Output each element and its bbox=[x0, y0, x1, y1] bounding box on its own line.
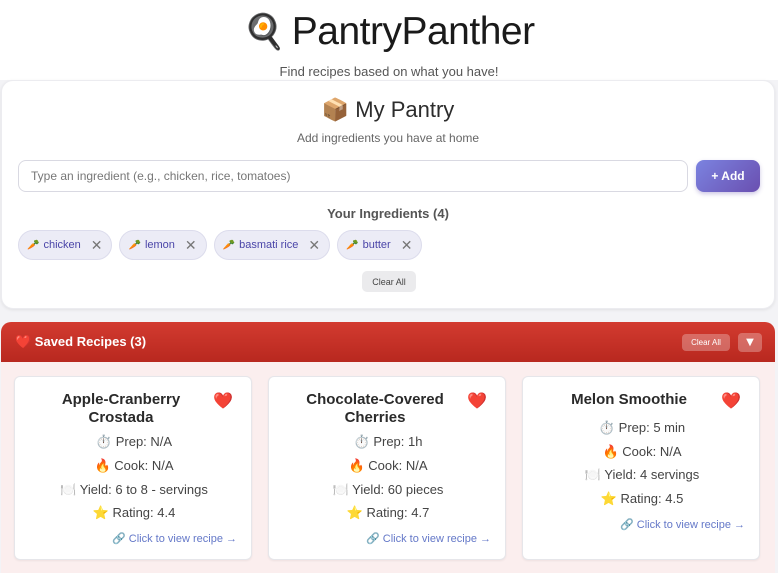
remove-icon[interactable]: ✕ bbox=[308, 238, 320, 252]
saved-recipes-header[interactable]: ❤️ Saved Recipes (3) Clear All ▼ bbox=[1, 322, 775, 362]
ingredient-chip: 🥕 butter ✕ bbox=[337, 230, 423, 260]
recipe-name: Apple-Cranberry Crostada bbox=[61, 391, 181, 426]
chip-label: chicken bbox=[43, 239, 81, 251]
pantry-panel: 📦 My Pantry Add ingredients you have at … bbox=[1, 80, 775, 309]
frying-pan-icon: 🍳 bbox=[243, 13, 286, 51]
app-header: 🍳 PantryPanther Find recipes based on wh… bbox=[0, 0, 778, 80]
pantry-subtitle: Add ingredients you have at home bbox=[296, 131, 480, 145]
remove-icon[interactable]: ✕ bbox=[401, 238, 413, 252]
recipe-prep: ⏱️ Prep: 5 min bbox=[598, 420, 686, 435]
view-recipe-label: Click to view recipe → bbox=[636, 519, 745, 531]
clear-ingredients-button[interactable]: Clear All bbox=[362, 271, 416, 292]
view-recipe-link[interactable]: 🔗 Click to view recipe → bbox=[366, 532, 491, 545]
view-recipe-label: Click to view recipe → bbox=[128, 533, 237, 545]
tagline: Find recipes based on what you have! bbox=[279, 64, 499, 79]
recipe-yield: 🍽️ Yield: 4 servings bbox=[584, 467, 700, 482]
carrot-icon: 🥕 bbox=[346, 239, 359, 251]
recipe-yield: 🍽️ Yield: 60 pieces bbox=[332, 482, 444, 497]
clear-saved-button[interactable]: Clear All bbox=[682, 334, 730, 351]
brand: 🍳 PantryPanther bbox=[0, 10, 778, 54]
chip-label: butter bbox=[362, 239, 391, 251]
view-recipe-link[interactable]: 🔗 Click to view recipe → bbox=[620, 518, 745, 531]
chip-label: basmati rice bbox=[239, 239, 299, 251]
ingredients-heading: Your Ingredients (4) bbox=[327, 206, 449, 221]
pantry-title: 📦 My Pantry bbox=[2, 97, 774, 123]
ingredient-chip: 🥕 lemon ✕ bbox=[119, 230, 207, 260]
recipe-card[interactable]: Melon Smoothie ❤️ ⏱️ Prep: 5 min 🔥 Cook:… bbox=[522, 376, 760, 560]
add-ingredient-button[interactable]: + Add bbox=[696, 160, 760, 192]
link-icon: 🔗 bbox=[366, 533, 380, 545]
ingredient-chips: 🥕 chicken ✕ 🥕 lemon ✕ 🥕 basmati rice ✕ 🥕… bbox=[18, 230, 423, 260]
ingredient-chip: 🥕 chicken ✕ bbox=[18, 230, 113, 260]
carrot-icon: 🥕 bbox=[222, 239, 236, 251]
ingredient-chip: 🥕 basmati rice ✕ bbox=[213, 230, 331, 260]
heart-icon[interactable]: ❤️ bbox=[213, 391, 233, 411]
recipe-cook: 🔥 Cook: N/A bbox=[602, 444, 682, 459]
saved-recipes-title: ❤️ Saved Recipes (3) bbox=[15, 334, 147, 349]
pantry-title-text: My Pantry bbox=[355, 97, 455, 122]
remove-icon[interactable]: ✕ bbox=[91, 238, 103, 252]
carrot-icon: 🥕 bbox=[128, 239, 141, 251]
recipe-prep: ⏱️ Prep: N/A bbox=[95, 434, 173, 449]
chip-label: lemon bbox=[144, 239, 175, 251]
recipe-card[interactable]: Chocolate-Covered Cherries ❤️ ⏱️ Prep: 1… bbox=[268, 376, 506, 560]
link-icon: 🔗 bbox=[620, 519, 634, 531]
heart-icon[interactable]: ❤️ bbox=[721, 391, 741, 411]
recipe-prep: ⏱️ Prep: 1h bbox=[353, 434, 423, 449]
recipe-rating: ⭐ Rating: 4.4 bbox=[92, 505, 176, 520]
link-icon: 🔗 bbox=[112, 533, 126, 545]
app-title: PantryPanther bbox=[291, 10, 535, 53]
recipe-rating: ⭐ Rating: 4.7 bbox=[346, 505, 430, 520]
recipe-name: Melon Smoothie bbox=[571, 391, 687, 408]
recipe-cook: 🔥 Cook: N/A bbox=[94, 458, 174, 473]
ingredient-input[interactable] bbox=[18, 160, 688, 192]
recipe-yield: 🍽️ Yield: 6 to 8 - servings bbox=[60, 482, 208, 497]
view-recipe-link[interactable]: 🔗 Click to view recipe → bbox=[112, 532, 237, 545]
remove-icon[interactable]: ✕ bbox=[185, 238, 197, 252]
box-icon: 📦 bbox=[321, 97, 350, 122]
collapse-toggle-button[interactable]: ▼ bbox=[738, 333, 762, 352]
recipe-name: Chocolate-Covered Cherries bbox=[306, 391, 444, 426]
recipe-rating: ⭐ Rating: 4.5 bbox=[600, 491, 684, 506]
recipe-card[interactable]: Apple-Cranberry Crostada ❤️ ⏱️ Prep: N/A… bbox=[14, 376, 252, 560]
view-recipe-label: Click to view recipe → bbox=[382, 533, 491, 545]
carrot-icon: 🥕 bbox=[27, 239, 40, 251]
heart-icon[interactable]: ❤️ bbox=[467, 391, 487, 411]
recipe-cook: 🔥 Cook: N/A bbox=[348, 458, 428, 473]
